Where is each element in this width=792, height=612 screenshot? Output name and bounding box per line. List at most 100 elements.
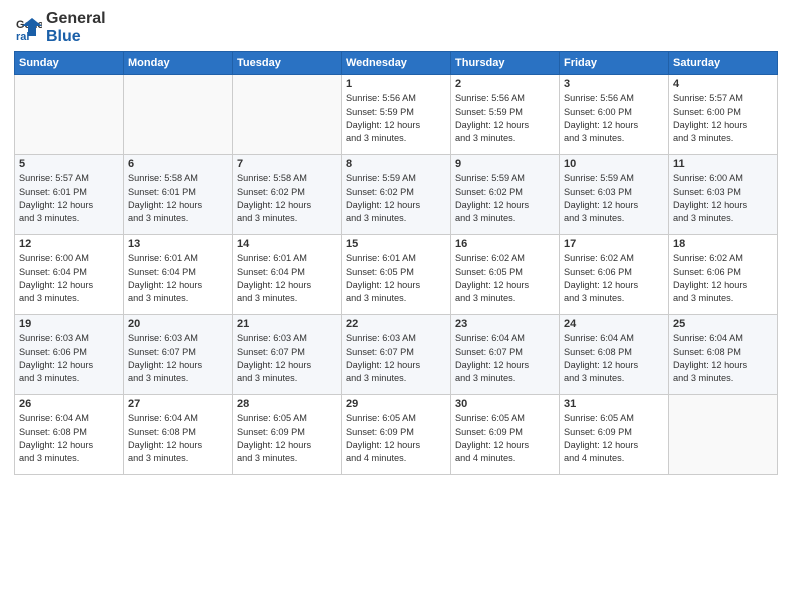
day-info: Sunrise: 6:02 AMSunset: 6:05 PMDaylight:… <box>455 252 555 305</box>
week-row-3: 12Sunrise: 6:00 AMSunset: 6:04 PMDayligh… <box>15 235 778 315</box>
day-number: 23 <box>455 318 555 330</box>
day-number: 1 <box>346 78 446 90</box>
day-cell: 3 Sunrise: 5:56 AMSunset: 6:00 PMDaylight… <box>560 75 669 155</box>
day-cell: 14 Sunrise: 6:01 AMSunset: 6:04 PMDayligh… <box>233 235 342 315</box>
day-number: 11 <box>673 158 773 170</box>
day-info: Sunrise: 5:56 AMSunset: 5:59 PMDaylight:… <box>346 92 446 145</box>
day-cell: 7 Sunrise: 5:58 AMSunset: 6:02 PMDaylight… <box>233 155 342 235</box>
day-info: Sunrise: 6:02 AMSunset: 6:06 PMDaylight:… <box>564 252 664 305</box>
day-number: 8 <box>346 158 446 170</box>
day-info: Sunrise: 6:04 AMSunset: 6:08 PMDaylight:… <box>564 332 664 385</box>
day-cell: 23 Sunrise: 6:04 AMSunset: 6:07 PMDayligh… <box>451 315 560 395</box>
day-number: 9 <box>455 158 555 170</box>
day-info: Sunrise: 6:02 AMSunset: 6:06 PMDaylight:… <box>673 252 773 305</box>
day-info: Sunrise: 5:56 AMSunset: 6:00 PMDaylight:… <box>564 92 664 145</box>
day-number: 29 <box>346 398 446 410</box>
day-cell: 22 Sunrise: 6:03 AMSunset: 6:07 PMDayligh… <box>342 315 451 395</box>
day-info: Sunrise: 6:05 AMSunset: 6:09 PMDaylight:… <box>564 412 664 465</box>
day-cell: 26Sunrise: 6:04 AMSunset: 6:08 PMDayligh… <box>15 395 124 475</box>
header-cell-friday: Friday <box>560 52 669 75</box>
day-cell: 25Sunrise: 6:04 AMSunset: 6:08 PMDayligh… <box>669 315 778 395</box>
day-cell: 29 Sunrise: 6:05 AMSunset: 6:09 PMDayligh… <box>342 395 451 475</box>
day-cell: 11Sunrise: 6:00 AMSunset: 6:03 PMDayligh… <box>669 155 778 235</box>
day-info: Sunrise: 6:03 AMSunset: 6:07 PMDaylight:… <box>346 332 446 385</box>
day-cell: 2 Sunrise: 5:56 AMSunset: 5:59 PMDaylight… <box>451 75 560 155</box>
day-cell: 4Sunrise: 5:57 AMSunset: 6:00 PMDaylight… <box>669 75 778 155</box>
day-cell: 20Sunrise: 6:03 AMSunset: 6:07 PMDayligh… <box>124 315 233 395</box>
day-info: Sunrise: 5:58 AMSunset: 6:01 PMDaylight:… <box>128 172 228 225</box>
day-number: 30 <box>455 398 555 410</box>
day-cell: 18 Sunrise: 6:02 AMSunset: 6:06 PMDayligh… <box>669 235 778 315</box>
day-number: 19 <box>19 318 119 330</box>
header-cell-thursday: Thursday <box>451 52 560 75</box>
day-number: 18 <box>673 238 773 250</box>
week-row-2: 5Sunrise: 5:57 AMSunset: 6:01 PMDaylight… <box>15 155 778 235</box>
header: Gene ral General Blue <box>14 10 778 45</box>
day-info: Sunrise: 6:01 AMSunset: 6:04 PMDaylight:… <box>237 252 337 305</box>
day-cell: 27Sunrise: 6:04 AMSunset: 6:08 PMDayligh… <box>124 395 233 475</box>
day-cell: 16 Sunrise: 6:02 AMSunset: 6:05 PMDayligh… <box>451 235 560 315</box>
day-number: 6 <box>128 158 228 170</box>
day-info: Sunrise: 6:05 AMSunset: 6:09 PMDaylight:… <box>346 412 446 465</box>
day-cell: 17 Sunrise: 6:02 AMSunset: 6:06 PMDayligh… <box>560 235 669 315</box>
day-info: Sunrise: 6:05 AMSunset: 6:09 PMDaylight:… <box>455 412 555 465</box>
day-cell: 12Sunrise: 6:00 AMSunset: 6:04 PMDayligh… <box>15 235 124 315</box>
logo-text-line2: Blue <box>46 28 106 46</box>
header-cell-sunday: Sunday <box>15 52 124 75</box>
logo-icon: Gene ral <box>14 14 42 42</box>
day-number: 2 <box>455 78 555 90</box>
day-number: 13 <box>128 238 228 250</box>
svg-text:ral: ral <box>16 31 29 42</box>
header-cell-monday: Monday <box>124 52 233 75</box>
day-number: 14 <box>237 238 337 250</box>
day-info: Sunrise: 6:04 AMSunset: 6:08 PMDaylight:… <box>128 412 228 465</box>
day-cell: 13 Sunrise: 6:01 AMSunset: 6:04 PMDayligh… <box>124 235 233 315</box>
day-info: Sunrise: 6:03 AMSunset: 6:06 PMDaylight:… <box>19 332 119 385</box>
day-number: 16 <box>455 238 555 250</box>
day-number: 24 <box>564 318 664 330</box>
calendar-page: Gene ral General Blue SundayMondayTuesda… <box>0 0 792 612</box>
day-number: 4 <box>673 78 773 90</box>
day-info: Sunrise: 6:03 AMSunset: 6:07 PMDaylight:… <box>237 332 337 385</box>
day-cell: 1 Sunrise: 5:56 AMSunset: 5:59 PMDaylight… <box>342 75 451 155</box>
week-row-1: 1 Sunrise: 5:56 AMSunset: 5:59 PMDaylight… <box>15 75 778 155</box>
day-number: 12 <box>19 238 119 250</box>
day-info: Sunrise: 6:01 AMSunset: 6:05 PMDaylight:… <box>346 252 446 305</box>
day-info: Sunrise: 5:59 AMSunset: 6:02 PMDaylight:… <box>346 172 446 225</box>
day-cell: 31 Sunrise: 6:05 AMSunset: 6:09 PMDayligh… <box>560 395 669 475</box>
day-info: Sunrise: 5:59 AMSunset: 6:03 PMDaylight:… <box>564 172 664 225</box>
day-cell <box>233 75 342 155</box>
day-number: 10 <box>564 158 664 170</box>
day-info: Sunrise: 6:04 AMSunset: 6:08 PMDaylight:… <box>673 332 773 385</box>
day-cell: 5Sunrise: 5:57 AMSunset: 6:01 PMDaylight… <box>15 155 124 235</box>
day-info: Sunrise: 6:04 AMSunset: 6:07 PMDaylight:… <box>455 332 555 385</box>
day-cell: 9 Sunrise: 5:59 AMSunset: 6:02 PMDaylight… <box>451 155 560 235</box>
header-cell-wednesday: Wednesday <box>342 52 451 75</box>
day-cell: 28Sunrise: 6:05 AMSunset: 6:09 PMDayligh… <box>233 395 342 475</box>
day-cell: 30 Sunrise: 6:05 AMSunset: 6:09 PMDayligh… <box>451 395 560 475</box>
day-cell: 10 Sunrise: 5:59 AMSunset: 6:03 PMDayligh… <box>560 155 669 235</box>
day-info: Sunrise: 6:03 AMSunset: 6:07 PMDaylight:… <box>128 332 228 385</box>
calendar-header: SundayMondayTuesdayWednesdayThursdayFrid… <box>15 52 778 75</box>
calendar-table: SundayMondayTuesdayWednesdayThursdayFrid… <box>14 51 778 475</box>
week-row-4: 19 Sunrise: 6:03 AMSunset: 6:06 PMDayligh… <box>15 315 778 395</box>
day-number: 31 <box>564 398 664 410</box>
day-cell: 6 Sunrise: 5:58 AMSunset: 6:01 PMDaylight… <box>124 155 233 235</box>
day-info: Sunrise: 6:05 AMSunset: 6:09 PMDaylight:… <box>237 412 337 465</box>
day-info: Sunrise: 6:01 AMSunset: 6:04 PMDaylight:… <box>128 252 228 305</box>
day-cell: 8 Sunrise: 5:59 AMSunset: 6:02 PMDaylight… <box>342 155 451 235</box>
day-number: 15 <box>346 238 446 250</box>
day-number: 7 <box>237 158 337 170</box>
day-info: Sunrise: 5:57 AMSunset: 6:01 PMDaylight:… <box>19 172 119 225</box>
day-number: 17 <box>564 238 664 250</box>
week-row-5: 26 Sunrise: 6:04 AMSunset: 6:08 PMDayligh… <box>15 395 778 475</box>
day-info: Sunrise: 5:59 AMSunset: 6:02 PMDaylight:… <box>455 172 555 225</box>
day-info: Sunrise: 5:58 AMSunset: 6:02 PMDaylight:… <box>237 172 337 225</box>
day-number: 22 <box>346 318 446 330</box>
calendar-body: 1 Sunrise: 5:56 AMSunset: 5:59 PMDaylight… <box>15 75 778 475</box>
day-cell: 24 Sunrise: 6:04 AMSunset: 6:08 PMDayligh… <box>560 315 669 395</box>
day-number: 26 <box>19 398 119 410</box>
logo: Gene ral General Blue <box>14 10 106 45</box>
day-number: 3 <box>564 78 664 90</box>
day-info: Sunrise: 5:56 AMSunset: 5:59 PMDaylight:… <box>455 92 555 145</box>
